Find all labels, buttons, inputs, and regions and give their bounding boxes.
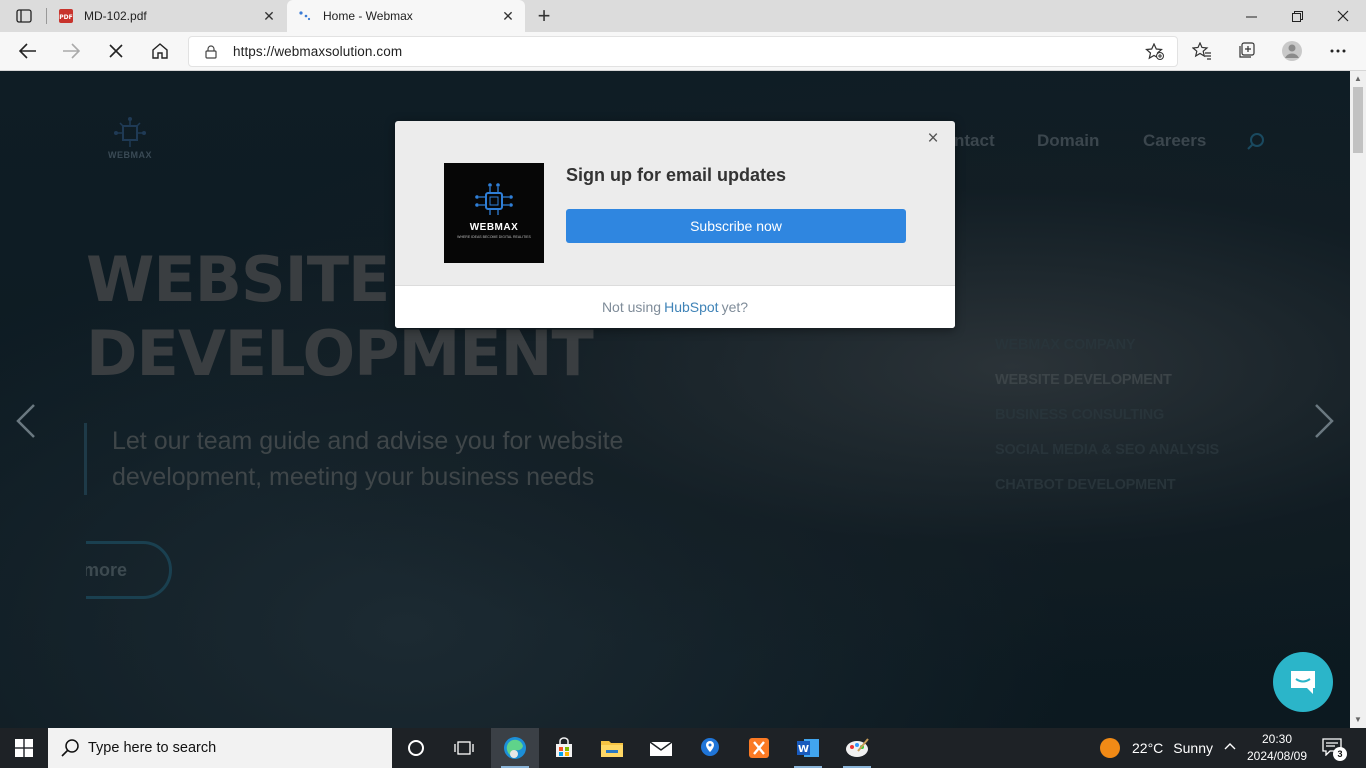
modal-webmax-logo: WEBMAX WHERE IDEAS BECOME DIGITAL REALIT…	[444, 163, 544, 263]
browser-tab-bar: PDF MD-102.pdf ✕ Home - Webmax ✕ +	[0, 0, 1366, 32]
favorites-icon[interactable]	[1187, 37, 1217, 65]
sun-icon	[1100, 738, 1120, 758]
mail-icon[interactable]	[637, 728, 685, 768]
address-bar[interactable]: https://webmaxsolution.com	[188, 36, 1178, 67]
modal-logo-name: WEBMAX	[469, 222, 519, 233]
modal-footer: Not using HubSpot yet?	[395, 285, 955, 328]
slider-prev-arrow-icon[interactable]	[12, 401, 42, 441]
restore-button[interactable]	[1274, 0, 1320, 32]
nav-careers[interactable]: Careers	[1143, 131, 1206, 151]
file-explorer-icon[interactable]	[588, 728, 636, 768]
collections-icon[interactable]	[1231, 37, 1261, 65]
notification-count-badge: 3	[1333, 747, 1347, 761]
search-icon	[61, 739, 79, 757]
tab-close-icon[interactable]: ✕	[258, 5, 280, 27]
nav-domain[interactable]: Domain	[1037, 131, 1099, 151]
svg-text:W: W	[798, 744, 809, 755]
modal-logo-tagline: WHERE IDEAS BECOME DIGITAL REALITIES	[457, 235, 531, 239]
tab-title: MD-102.pdf	[84, 9, 147, 23]
slider-item-website-development[interactable]: WEBSITE DEVELOPMENT	[995, 370, 1219, 405]
notification-center-icon[interactable]: 3	[1322, 738, 1347, 761]
slider-next-arrow-icon[interactable]	[1308, 401, 1338, 441]
taskbar-search-box[interactable]: Type here to search	[48, 728, 392, 768]
hero-title-line2: DEVELOPMENT	[86, 317, 594, 390]
profile-avatar[interactable]	[1277, 37, 1307, 65]
xampp-icon[interactable]	[735, 728, 783, 768]
home-button[interactable]	[145, 37, 175, 65]
scrollbar-thumb[interactable]	[1353, 87, 1363, 153]
slider-item-social-media-seo[interactable]: SOCIAL MEDIA & SEO ANALYSIS	[995, 440, 1219, 475]
webmax-favicon-icon	[297, 8, 313, 24]
read-more-label: more	[86, 559, 127, 580]
logo-text: WEBMAX	[108, 150, 152, 160]
nav-contact[interactable]: ntact	[954, 131, 995, 151]
taskbar-search-placeholder: Type here to search	[88, 740, 217, 756]
windows-taskbar: Type here to search W 22°C Sunny 20:30 2…	[0, 728, 1366, 768]
weather-widget[interactable]: 22°C Sunny	[1100, 728, 1213, 768]
read-more-clip: more	[86, 537, 186, 607]
search-icon[interactable]	[1246, 132, 1266, 152]
email-signup-modal: × WEBMAX WHERE IDEAS BECOME DIGITAL REAL…	[395, 121, 955, 328]
edge-icon[interactable]	[491, 728, 539, 768]
page-scrollbar[interactable]: ▲ ▼	[1350, 71, 1366, 728]
tab-home-webmax[interactable]: Home - Webmax ✕	[287, 0, 525, 32]
scroll-down-icon[interactable]: ▼	[1354, 716, 1362, 724]
clock-time: 20:30	[1261, 732, 1293, 746]
chip-logo-icon	[475, 183, 513, 215]
hero-subtitle: Let our team guide and advise you for we…	[112, 427, 624, 491]
tab-md-102-pdf[interactable]: PDF MD-102.pdf ✕	[48, 0, 286, 32]
footer-prefix: Not using	[601, 299, 662, 315]
modal-close-icon[interactable]: ×	[923, 128, 943, 149]
svg-text:PDF: PDF	[59, 14, 72, 21]
show-hidden-icons-icon[interactable]	[1222, 738, 1238, 758]
chat-bubble-icon	[1291, 671, 1315, 694]
slider-item-chatbot-development[interactable]: CHATBOT DEVELOPMENT	[995, 475, 1219, 510]
clock-date: 2024/08/09	[1246, 749, 1308, 763]
url-text[interactable]: https://webmaxsolution.com	[233, 44, 402, 59]
slider-item-webmax-company[interactable]: WEBMAX COMPANY	[995, 335, 1219, 370]
task-view-icon[interactable]	[440, 728, 488, 768]
lock-icon[interactable]	[203, 44, 219, 60]
chat-widget-button[interactable]	[1273, 652, 1333, 712]
settings-more-icon[interactable]	[1323, 37, 1353, 65]
hero-accent-bar	[84, 423, 87, 495]
scroll-up-icon[interactable]: ▲	[1354, 75, 1362, 83]
stop-loading-button[interactable]	[101, 37, 131, 65]
minimize-button[interactable]	[1228, 0, 1274, 32]
tab-actions-icon[interactable]	[12, 6, 36, 26]
modal-heading: Sign up for email updates	[566, 165, 787, 185]
cortana-icon[interactable]	[392, 728, 440, 768]
system-clock[interactable]: 20:30 2024/08/09	[1246, 731, 1308, 765]
subscribe-now-button[interactable]: Subscribe now	[566, 209, 906, 243]
add-favorite-icon[interactable]	[1145, 42, 1165, 61]
read-more-button[interactable]: more	[86, 541, 172, 599]
forward-button[interactable]	[56, 37, 86, 65]
hubspot-link[interactable]: HubSpot	[664, 299, 718, 315]
pdf-icon: PDF	[58, 8, 74, 24]
start-button[interactable]	[0, 728, 48, 768]
word-icon[interactable]: W	[784, 728, 832, 768]
footer-suffix: yet?	[721, 299, 749, 315]
tab-separator	[46, 8, 47, 24]
back-button[interactable]	[13, 37, 43, 65]
weather-condition: Sunny	[1173, 740, 1213, 756]
weather-temp: 22°C	[1132, 740, 1164, 756]
paint-icon[interactable]	[833, 728, 881, 768]
maps-icon[interactable]	[686, 728, 734, 768]
windows-logo-icon	[15, 739, 33, 757]
browser-toolbar: https://webmaxsolution.com	[0, 32, 1366, 71]
close-window-button[interactable]	[1320, 0, 1366, 32]
slider-item-business-consulting[interactable]: BUSINESS CONSULTING	[995, 405, 1219, 440]
slider-navigation-list: WEBMAX COMPANY WEBSITE DEVELOPMENT BUSIN…	[995, 335, 1219, 510]
store-icon[interactable]	[540, 728, 588, 768]
new-tab-button[interactable]: +	[532, 3, 556, 28]
tab-title: Home - Webmax	[323, 9, 413, 23]
tab-close-icon[interactable]: ✕	[497, 5, 519, 27]
